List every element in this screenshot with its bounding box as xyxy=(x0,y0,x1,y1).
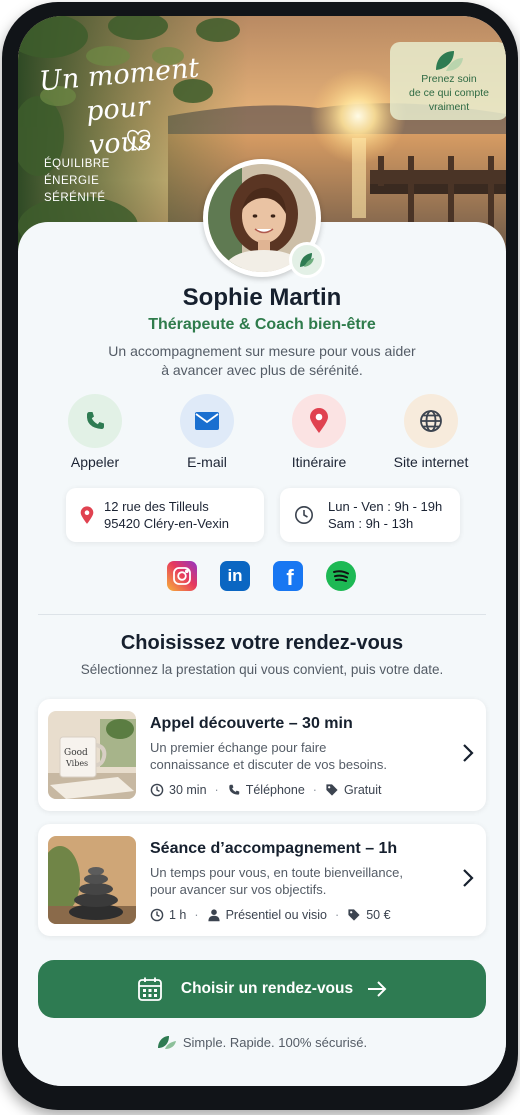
calendar-icon xyxy=(137,977,162,1001)
service-mode: Téléphone xyxy=(245,783,305,797)
call-button[interactable]: Appeler xyxy=(40,394,150,470)
cta-label: Choisir un rendez-vous xyxy=(180,980,354,997)
email-button[interactable]: E-mail xyxy=(152,394,262,470)
hero-keywords: ÉQUILIBRE ÉNERGIE SÉRÉNITÉ xyxy=(44,156,110,207)
action-label: Appeler xyxy=(70,454,120,470)
leaf-icon xyxy=(157,1036,176,1049)
app-screen: Un moment pour vous ÉQUILIBRE ÉNERGIE SÉ… xyxy=(18,16,506,1086)
description-line: Un temps pour vous, en toute bienveillan… xyxy=(150,865,403,880)
footer-text: Simple. Rapide. 100% sécurisé. xyxy=(182,1034,368,1050)
description-line: pour avancer sur vos objectifs. xyxy=(150,882,327,897)
map-pin-icon xyxy=(80,505,94,524)
globe-icon xyxy=(404,394,458,448)
service-mode: Présentiel ou visio xyxy=(225,908,328,922)
address-line: 95420 Cléry-en-Vexin xyxy=(104,516,230,531)
tag-icon xyxy=(348,909,360,921)
clock-icon xyxy=(150,908,164,922)
profile-role: Thérapeute & Coach bien-être xyxy=(148,316,376,333)
keyword: ÉNERGIE xyxy=(44,175,100,187)
service-meta: 1 h · Présentiel ou visio · 50 € xyxy=(150,908,391,922)
clock-icon xyxy=(295,506,313,524)
badge-line: vraiment xyxy=(428,101,470,113)
arrow-right-icon xyxy=(368,981,387,997)
footer: Simple. Rapide. 100% sécurisé. xyxy=(18,1034,506,1050)
divider xyxy=(38,614,486,615)
instagram-icon[interactable] xyxy=(167,561,197,591)
hours-line: Lun - Ven : 9h - 19h xyxy=(328,499,443,514)
description-line: connaissance et discuter de vos besoins. xyxy=(150,757,388,772)
service-duration: 30 min xyxy=(169,783,207,797)
facebook-icon[interactable]: f xyxy=(273,561,303,591)
book-appointment-button[interactable]: Choisir un rendez-vous xyxy=(38,960,486,1018)
chevron-right-icon[interactable] xyxy=(462,868,474,888)
social-links: in f xyxy=(167,561,357,593)
badge-line: Prenez soin xyxy=(421,73,477,85)
hours-card: Lun - Ven : 9h - 19h Sam : 9h - 13h xyxy=(280,488,460,542)
service-description: Un premier échange pour faire connaissan… xyxy=(150,739,430,773)
clock-icon xyxy=(150,783,164,797)
person-icon xyxy=(207,909,220,922)
service-duration: 1 h xyxy=(169,908,187,922)
address-card[interactable]: 12 rue des Tilleuls 95420 Cléry-en-Vexin xyxy=(66,488,264,542)
address-line: 12 rue des Tilleuls xyxy=(104,499,209,514)
description-line: Un accompagnement sur mesure pour vous a… xyxy=(108,343,416,359)
service-price: Gratuit xyxy=(343,783,382,797)
hero-quote-badge: Prenez soin de ce qui compte vraiment xyxy=(390,42,506,120)
action-label: E-mail xyxy=(187,454,227,470)
service-title: Séance d’accompagnement – 1h xyxy=(150,840,398,857)
spotify-icon[interactable] xyxy=(326,561,356,591)
leaf-icon xyxy=(300,253,314,267)
service-title: Appel découverte – 30 min xyxy=(150,715,353,732)
action-label: Itinéraire xyxy=(291,454,347,470)
badge-line: de ce qui compte xyxy=(409,87,489,99)
action-label: Site internet xyxy=(393,454,469,470)
chevron-right-icon[interactable] xyxy=(462,743,474,763)
service-thumbnail: Good Vibes xyxy=(48,711,136,799)
profile-name: Sophie Martin xyxy=(182,284,342,311)
service-description: Un temps pour vous, en toute bienveillan… xyxy=(150,864,430,898)
tag-icon xyxy=(326,784,338,796)
verified-leaf-badge xyxy=(289,242,325,278)
leaf-icon xyxy=(436,51,463,71)
description-line: Un premier échange pour faire xyxy=(150,740,327,755)
description-line: à avancer avec plus de sérénité. xyxy=(161,362,363,378)
service-thumbnail xyxy=(48,836,136,924)
website-button[interactable]: Site internet xyxy=(376,394,486,470)
directions-button[interactable]: Itinéraire xyxy=(264,394,374,470)
phone-icon xyxy=(229,784,239,795)
linkedin-icon[interactable]: in xyxy=(220,561,250,591)
service-price: 50 € xyxy=(366,908,391,922)
booking-subtitle: Sélectionnez la prestation qui vous conv… xyxy=(80,662,444,677)
mail-icon xyxy=(180,394,234,448)
phone-icon xyxy=(68,394,122,448)
service-card-coaching-session[interactable]: Séance d’accompagnement – 1h Un temps po… xyxy=(38,824,486,936)
keyword: ÉQUILIBRE xyxy=(44,158,110,170)
service-meta: 30 min · Téléphone · Gratuit xyxy=(150,783,381,797)
profile-description: Un accompagnement sur mesure pour vous a… xyxy=(88,342,436,380)
mug-text-line1: Good xyxy=(64,748,88,758)
mug-text-line2: Vibes xyxy=(65,759,88,768)
map-pin-icon xyxy=(292,394,346,448)
hours-line: Sam : 9h - 13h xyxy=(328,516,414,531)
phone-frame: Un moment pour vous ÉQUILIBRE ÉNERGIE SÉ… xyxy=(2,2,518,1110)
keyword: SÉRÉNITÉ xyxy=(44,192,106,204)
service-card-discovery-call[interactable]: Good Vibes Appel découverte – 30 min Un … xyxy=(38,699,486,811)
booking-title: Choisissez votre rendez-vous xyxy=(120,632,404,654)
